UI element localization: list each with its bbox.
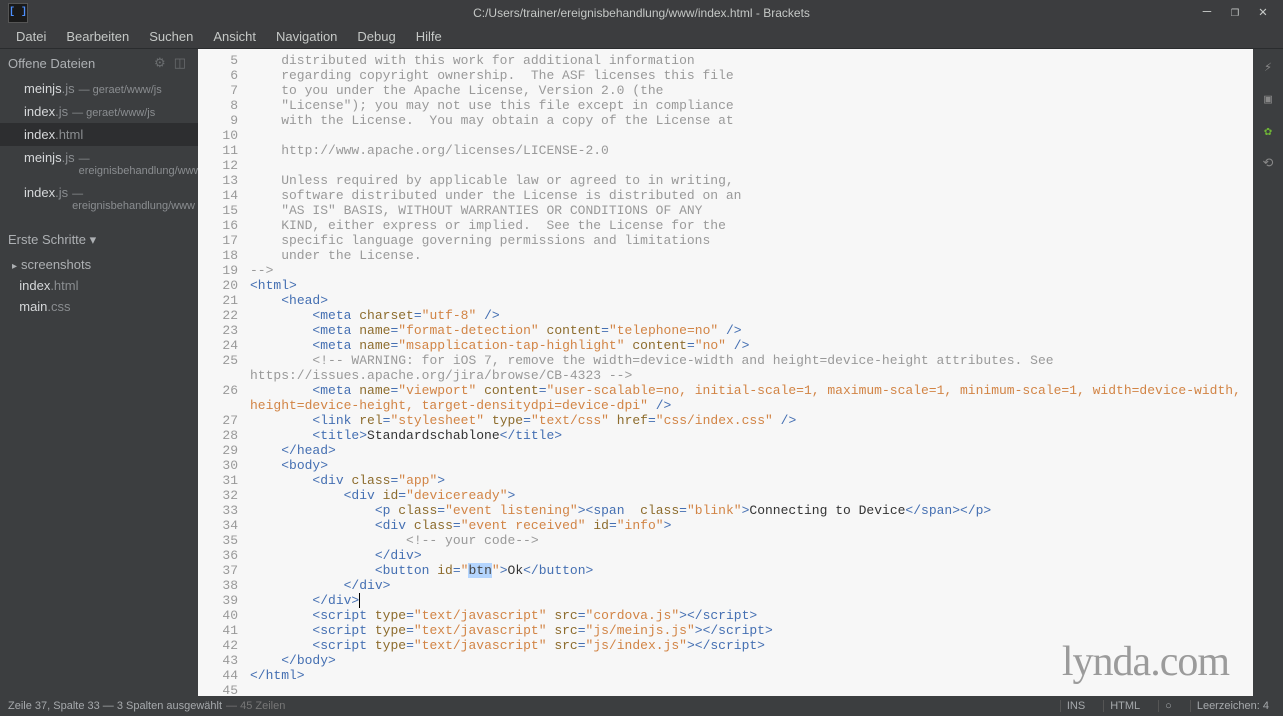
menu-hilfe[interactable]: Hilfe — [406, 27, 452, 46]
project-header[interactable]: Erste Schritte ▾ — [0, 226, 198, 254]
code-area[interactable]: distributed with this work for additiona… — [246, 49, 1253, 696]
menu-debug[interactable]: Debug — [347, 27, 405, 46]
menu-ansicht[interactable]: Ansicht — [203, 27, 266, 46]
plugin-icon[interactable]: ✿ — [1258, 121, 1278, 141]
restore-button[interactable]: ❐ — [1223, 4, 1247, 21]
open-file-item[interactable]: meinjs.js — geraet/www/js — [0, 77, 198, 100]
menu-bearbeiten[interactable]: Bearbeiten — [56, 27, 139, 46]
sidebar: Offene Dateien ⚙ ◫ meinjs.js — geraet/ww… — [0, 49, 198, 696]
project-tree: screenshots index.html main.css — [0, 254, 198, 317]
file-item[interactable]: main.css — [0, 296, 198, 317]
file-item[interactable]: index.html — [0, 275, 198, 296]
titlebar: [ ] C:/Users/trainer/ereignisbehandlung/… — [0, 0, 1283, 25]
minimize-button[interactable]: — — [1195, 4, 1219, 21]
open-file-item[interactable]: index.html — [0, 123, 198, 146]
menu-datei[interactable]: Datei — [6, 27, 56, 46]
open-files-list: meinjs.js — geraet/www/jsindex.js — gera… — [0, 77, 198, 216]
menubar: DateiBearbeitenSuchenAnsichtNavigationDe… — [0, 25, 1283, 49]
indent-setting[interactable]: Leerzeichen: 4 — [1190, 700, 1275, 712]
open-files-header: Offene Dateien ⚙ ◫ — [0, 49, 198, 77]
editor[interactable]: 5678910111213141516171819202122232425262… — [198, 49, 1253, 696]
menu-navigation[interactable]: Navigation — [266, 27, 347, 46]
cursor-position[interactable]: Zeile 37, Spalte 33 — 3 Spalten ausgewäh… — [8, 700, 222, 712]
open-file-item[interactable]: index.js — geraet/www/js — [0, 100, 198, 123]
extension-manager-icon[interactable]: ▣ — [1258, 89, 1278, 109]
open-file-item[interactable]: meinjs.js — ereignisbehandlung/www — [0, 146, 198, 181]
live-preview-icon[interactable]: ⚡ — [1258, 57, 1278, 77]
open-files-label: Offene Dateien — [8, 56, 150, 71]
line-count: — 45 Zeilen — [226, 700, 285, 712]
sync-icon[interactable]: ⟲ — [1258, 153, 1278, 173]
right-rail: ⚡ ▣ ✿ ⟲ — [1253, 49, 1283, 696]
statusbar: Zeile 37, Spalte 33 — 3 Spalten ausgewäh… — [0, 696, 1283, 716]
project-name: Erste Schritte ▾ — [8, 232, 190, 248]
menu-suchen[interactable]: Suchen — [139, 27, 203, 46]
language-mode[interactable]: HTML — [1103, 700, 1146, 712]
gear-icon[interactable]: ⚙ — [150, 55, 170, 71]
close-button[interactable]: ✕ — [1251, 4, 1275, 21]
window-title: C:/Users/trainer/ereignisbehandlung/www/… — [473, 6, 810, 20]
open-file-item[interactable]: index.js — ereignisbehandlung/www — [0, 181, 198, 216]
split-view-icon[interactable]: ◫ — [170, 55, 190, 71]
insert-mode[interactable]: INS — [1060, 700, 1091, 712]
line-gutter: 5678910111213141516171819202122232425262… — [198, 49, 246, 696]
app-icon: [ ] — [8, 3, 28, 23]
lint-indicator[interactable]: ○ — [1158, 700, 1178, 712]
folder-item[interactable]: screenshots — [0, 254, 198, 275]
